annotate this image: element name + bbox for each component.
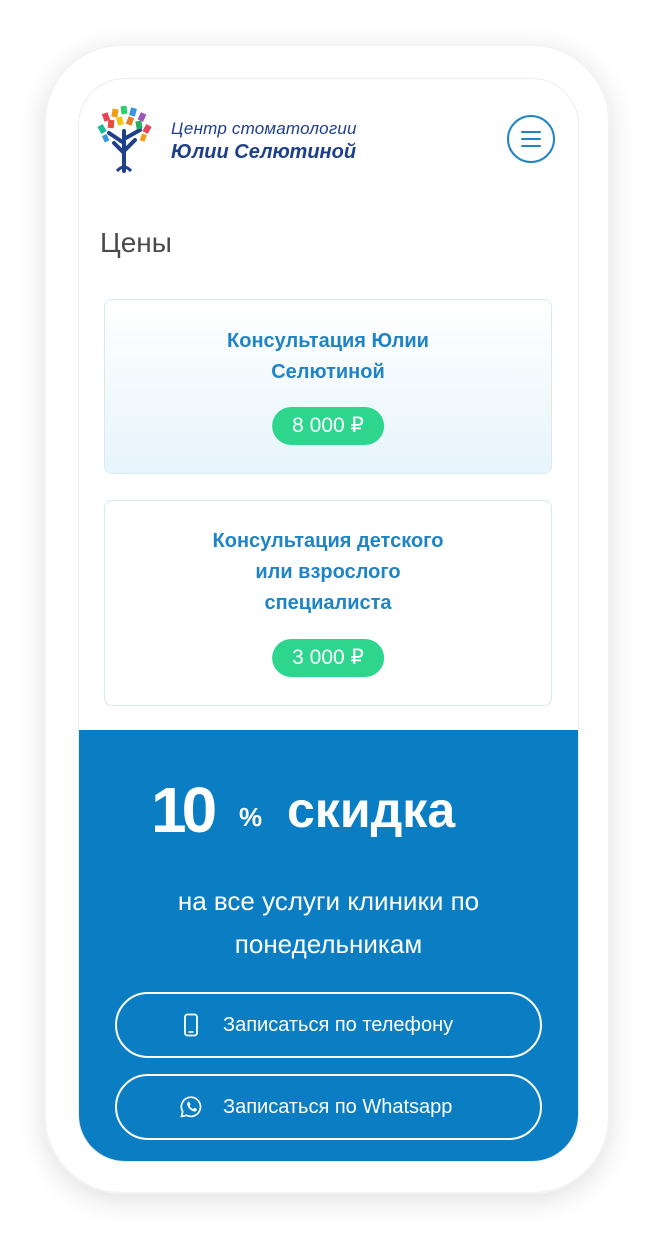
price-card: Консультация Юлии Селютиной 8 000 ₽ [104, 299, 552, 474]
price-card-title-line: Консультация Юлии [227, 330, 429, 352]
price-badge: 8 000 ₽ [272, 407, 384, 445]
book-by-whatsapp-button[interactable]: Записаться по Whatsapp [115, 1074, 542, 1140]
promo-percent-sign: % [239, 802, 263, 832]
book-by-phone-label: Записаться по телефону [223, 1014, 454, 1036]
promo-subtitle-line: понедельникам [234, 929, 423, 959]
hamburger-icon-line [521, 138, 541, 140]
promo-discount-number: 10 [151, 774, 217, 846]
promo-discount-word: скидка [287, 782, 456, 838]
price-card: Консультация детского или взрослого спец… [104, 500, 552, 706]
phone-screen: Центр стоматологии Юлии Селютиной Цены К… [79, 79, 578, 1161]
logo-text-line1: Центр стоматологии [171, 119, 357, 138]
promo-heading: 10 % скидка [79, 772, 578, 852]
price-card-title: Консультация детского или взрослого спец… [105, 526, 551, 619]
price-card-title-line: специалиста [264, 592, 392, 614]
phone-icon [184, 1013, 198, 1037]
logo-text-line2: Юлии Селютиной [171, 141, 357, 163]
price-card-title: Консультация Юлии Селютиной [105, 326, 551, 388]
hamburger-menu-button[interactable] [507, 115, 555, 163]
book-by-phone-button[interactable]: Записаться по телефону [115, 992, 542, 1058]
hamburger-icon [521, 131, 541, 133]
price-card-title-line: Селютиной [271, 361, 385, 383]
price-card-title-line: или взрослого [255, 561, 401, 583]
clinic-logo[interactable]: Центр стоматологии Юлии Селютиной [97, 103, 357, 173]
price-card-title-line: Консультация детского [212, 530, 444, 552]
promo-subtitle-line: на все услуги клиники по [177, 886, 480, 916]
site-header: Центр стоматологии Юлии Селютиной [79, 79, 578, 199]
book-by-whatsapp-label: Записаться по Whatsapp [223, 1096, 453, 1118]
page-title: Цены [100, 227, 172, 258]
hamburger-icon-line [521, 145, 541, 147]
whatsapp-icon [180, 1096, 202, 1118]
price-badge: 3 000 ₽ [272, 639, 384, 677]
discount-promo-banner: 10 % скидка на все услуги клиники по пон… [79, 730, 578, 1161]
tree-logo-icon [97, 105, 152, 173]
promo-subtitle: на все услуги клиники по понедельникам [79, 880, 578, 966]
